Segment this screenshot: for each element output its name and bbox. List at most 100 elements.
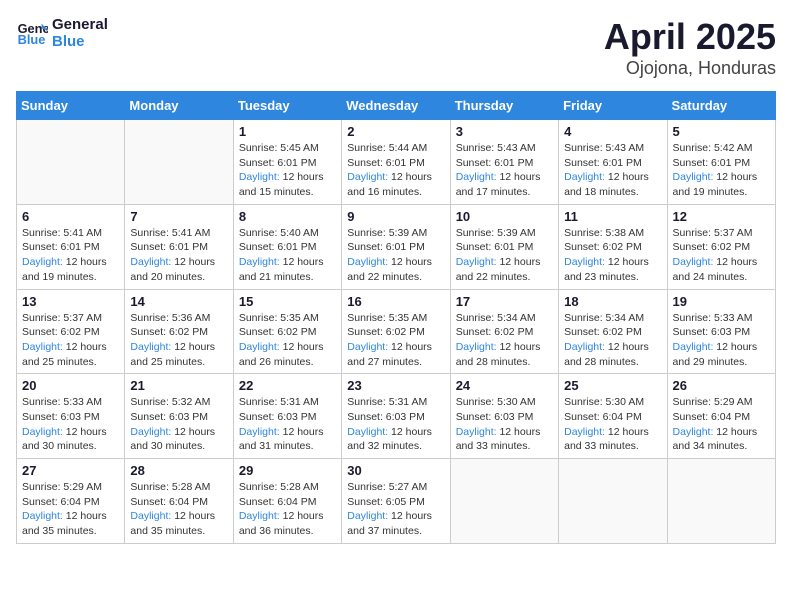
day-number: 5 <box>673 124 770 139</box>
day-info: Sunrise: 5:45 AMSunset: 6:01 PMDaylight:… <box>239 141 336 200</box>
daylight-label: Daylight: <box>239 341 280 353</box>
daylight-label: Daylight: <box>22 256 63 268</box>
sunset-text: Sunset: 6:02 PM <box>673 240 770 255</box>
sunset-text: Sunset: 6:04 PM <box>673 410 770 425</box>
day-info: Sunrise: 5:29 AMSunset: 6:04 PMDaylight:… <box>673 395 770 454</box>
day-number: 13 <box>22 294 119 309</box>
sunset-text: Sunset: 6:04 PM <box>22 495 119 510</box>
daylight-label: Daylight: <box>347 510 388 522</box>
calendar-cell: 26Sunrise: 5:29 AMSunset: 6:04 PMDayligh… <box>667 374 775 459</box>
day-info: Sunrise: 5:30 AMSunset: 6:04 PMDaylight:… <box>564 395 661 454</box>
day-info: Sunrise: 5:42 AMSunset: 6:01 PMDaylight:… <box>673 141 770 200</box>
sunset-text: Sunset: 6:01 PM <box>130 240 227 255</box>
day-info: Sunrise: 5:30 AMSunset: 6:03 PMDaylight:… <box>456 395 553 454</box>
daylight-text: Daylight: 12 hours and 32 minutes. <box>347 425 444 454</box>
sunset-text: Sunset: 6:04 PM <box>239 495 336 510</box>
calendar-cell: 17Sunrise: 5:34 AMSunset: 6:02 PMDayligh… <box>450 289 558 374</box>
calendar-cell <box>667 459 775 544</box>
daylight-text: Daylight: 12 hours and 19 minutes. <box>22 255 119 284</box>
daylight-text: Daylight: 12 hours and 26 minutes. <box>239 340 336 369</box>
day-info: Sunrise: 5:39 AMSunset: 6:01 PMDaylight:… <box>456 226 553 285</box>
sunrise-text: Sunrise: 5:42 AM <box>673 141 770 156</box>
daylight-label: Daylight: <box>564 426 605 438</box>
sunrise-text: Sunrise: 5:31 AM <box>347 395 444 410</box>
sunrise-text: Sunrise: 5:33 AM <box>22 395 119 410</box>
daylight-label: Daylight: <box>347 426 388 438</box>
calendar-cell: 15Sunrise: 5:35 AMSunset: 6:02 PMDayligh… <box>233 289 341 374</box>
day-number: 11 <box>564 209 661 224</box>
daylight-text: Daylight: 12 hours and 33 minutes. <box>564 425 661 454</box>
daylight-label: Daylight: <box>22 510 63 522</box>
day-info: Sunrise: 5:43 AMSunset: 6:01 PMDaylight:… <box>456 141 553 200</box>
day-number: 21 <box>130 378 227 393</box>
svg-text:Blue: Blue <box>18 32 46 47</box>
col-friday: Friday <box>559 92 667 120</box>
sunset-text: Sunset: 6:01 PM <box>22 240 119 255</box>
calendar-cell: 23Sunrise: 5:31 AMSunset: 6:03 PMDayligh… <box>342 374 450 459</box>
sunrise-text: Sunrise: 5:44 AM <box>347 141 444 156</box>
col-wednesday: Wednesday <box>342 92 450 120</box>
col-sunday: Sunday <box>17 92 125 120</box>
calendar-cell: 7Sunrise: 5:41 AMSunset: 6:01 PMDaylight… <box>125 204 233 289</box>
sunrise-text: Sunrise: 5:28 AM <box>239 480 336 495</box>
sunrise-text: Sunrise: 5:45 AM <box>239 141 336 156</box>
day-number: 8 <box>239 209 336 224</box>
calendar-cell: 18Sunrise: 5:34 AMSunset: 6:02 PMDayligh… <box>559 289 667 374</box>
daylight-text: Daylight: 12 hours and 22 minutes. <box>347 255 444 284</box>
day-number: 24 <box>456 378 553 393</box>
daylight-label: Daylight: <box>673 171 714 183</box>
col-monday: Monday <box>125 92 233 120</box>
logo: General Blue General Blue <box>16 16 108 50</box>
daylight-label: Daylight: <box>239 426 280 438</box>
sunrise-text: Sunrise: 5:34 AM <box>564 311 661 326</box>
day-number: 12 <box>673 209 770 224</box>
day-info: Sunrise: 5:37 AMSunset: 6:02 PMDaylight:… <box>673 226 770 285</box>
sunrise-text: Sunrise: 5:43 AM <box>456 141 553 156</box>
day-number: 28 <box>130 463 227 478</box>
calendar-cell: 21 Sunrise: 5:32 AMSunset: 6:03 PMDayligh… <box>125 374 233 459</box>
sunset-text: Sunset: 6:03 PM <box>130 410 227 425</box>
daylight-label: Daylight: <box>22 426 63 438</box>
day-info: Sunrise: 5:35 AMSunset: 6:02 PMDaylight:… <box>239 311 336 370</box>
sunrise-text: Sunrise: 5:37 AM <box>673 226 770 241</box>
month-title: April 2025 <box>604 16 776 58</box>
daylight-label: Daylight: <box>564 171 605 183</box>
logo-blue: Blue <box>52 33 108 50</box>
daylight-label: Daylight: <box>456 426 497 438</box>
sunrise-text: Sunrise: 5:29 AM <box>673 395 770 410</box>
day-info: Sunrise: 5:32 AMSunset: 6:03 PMDaylight:… <box>130 395 227 454</box>
sunset-text: Sunset: 6:02 PM <box>239 325 336 340</box>
daylight-text: Daylight: 12 hours and 15 minutes. <box>239 170 336 199</box>
sunrise-text: Sunrise: 5:31 AM <box>239 395 336 410</box>
daylight-text: Daylight: 12 hours and 24 minutes. <box>673 255 770 284</box>
daylight-text: Daylight: 12 hours and 31 minutes. <box>239 425 336 454</box>
day-number: 16 <box>347 294 444 309</box>
calendar-cell: 2Sunrise: 5:44 AMSunset: 6:01 PMDaylight… <box>342 120 450 205</box>
sunrise-text: Sunrise: 5:41 AM <box>22 226 119 241</box>
calendar-cell <box>17 120 125 205</box>
sunrise-text: Sunrise: 5:35 AM <box>347 311 444 326</box>
daylight-text: Daylight: 12 hours and 25 minutes. <box>22 340 119 369</box>
day-number: 25 <box>564 378 661 393</box>
day-info: Sunrise: 5:34 AMSunset: 6:02 PMDaylight:… <box>564 311 661 370</box>
day-info: Sunrise: 5:40 AMSunset: 6:01 PMDaylight:… <box>239 226 336 285</box>
sunset-text: Sunset: 6:03 PM <box>239 410 336 425</box>
daylight-label: Daylight: <box>130 426 171 438</box>
day-number: 17 <box>456 294 553 309</box>
sunset-text: Sunset: 6:01 PM <box>347 240 444 255</box>
page-header: General Blue General Blue April 2025 Ojo… <box>16 16 776 79</box>
daylight-label: Daylight: <box>564 341 605 353</box>
daylight-text: Daylight: 12 hours and 21 minutes. <box>239 255 336 284</box>
day-info: Sunrise: 5:29 AMSunset: 6:04 PMDaylight:… <box>22 480 119 539</box>
sunrise-text: Sunrise: 5:40 AM <box>239 226 336 241</box>
day-info: Sunrise: 5:39 AMSunset: 6:01 PMDaylight:… <box>347 226 444 285</box>
calendar-cell: 3Sunrise: 5:43 AMSunset: 6:01 PMDaylight… <box>450 120 558 205</box>
daylight-text: Daylight: 12 hours and 23 minutes. <box>564 255 661 284</box>
calendar-cell: 28Sunrise: 5:28 AMSunset: 6:04 PMDayligh… <box>125 459 233 544</box>
calendar-cell: 12 Sunrise: 5:37 AMSunset: 6:02 PMDayligh… <box>667 204 775 289</box>
sunset-text: Sunset: 6:02 PM <box>347 325 444 340</box>
day-number: 22 <box>239 378 336 393</box>
daylight-text: Daylight: 12 hours and 20 minutes. <box>130 255 227 284</box>
daylight-text: Daylight: 12 hours and 29 minutes. <box>673 340 770 369</box>
day-info: Sunrise: 5:44 AMSunset: 6:01 PMDaylight:… <box>347 141 444 200</box>
